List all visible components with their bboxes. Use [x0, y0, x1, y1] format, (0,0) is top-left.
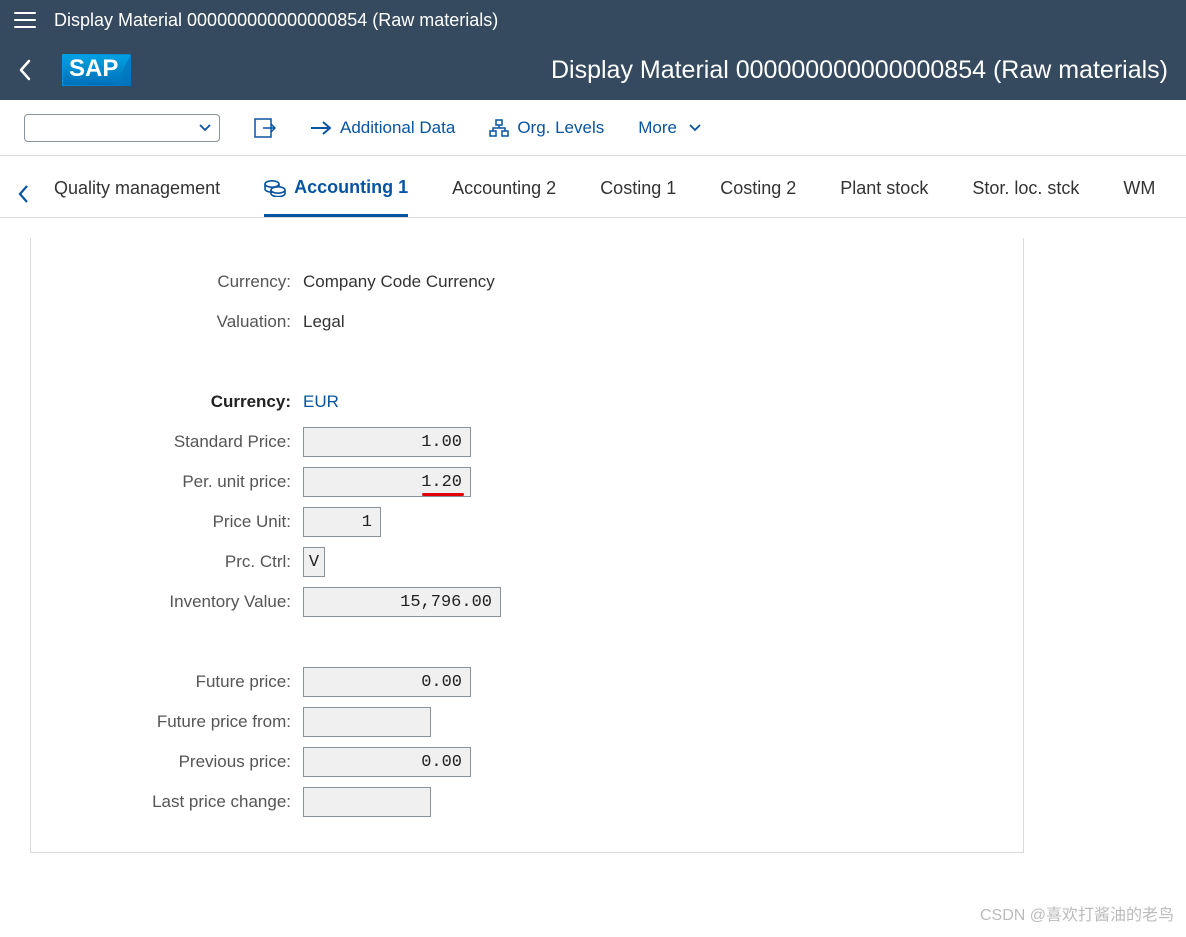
input-future-price: 0.00	[303, 667, 471, 697]
form-panel: Currency: Company Code Currency Valuatio…	[30, 238, 1024, 853]
tab-label: Costing 1	[600, 178, 676, 199]
shell-title: Display Material 000000000000000854 (Raw…	[161, 56, 1168, 85]
field-currency-cc: Currency: Company Code Currency	[55, 262, 999, 302]
label-currency: Currency:	[55, 272, 299, 292]
additional-data-button[interactable]: Additional Data	[310, 118, 455, 138]
label-prev-price: Previous price:	[55, 752, 299, 772]
more-button[interactable]: More	[638, 118, 701, 138]
input-prc-ctrl: V	[303, 547, 325, 577]
toolbar: Additional Data Org. Levels More	[0, 100, 1186, 156]
field-last-price-change: Last price change:	[55, 782, 999, 822]
field-previous-price: Previous price: 0.00	[55, 742, 999, 782]
tab-label: Quality management	[54, 178, 220, 199]
tab-plant-stock[interactable]: Plant stock	[840, 178, 928, 215]
input-last-change	[303, 787, 431, 817]
tab-label: WM	[1123, 178, 1155, 199]
tab-wm[interactable]: WM	[1123, 178, 1155, 215]
org-levels-icon	[489, 119, 509, 137]
label-future-from: Future price from:	[55, 712, 299, 732]
tabs-row: Quality management Accounting 1 Accounti…	[0, 156, 1186, 218]
value-valuation: Legal	[299, 312, 345, 332]
field-prc-ctrl: Prc. Ctrl: V	[55, 542, 999, 582]
label-inv-value: Inventory Value:	[55, 592, 299, 612]
watermark: CSDN @喜欢打酱油的老鸟	[980, 901, 1174, 925]
tab-quality-management[interactable]: Quality management	[54, 178, 220, 215]
tab-accounting-1[interactable]: Accounting 1	[264, 177, 408, 217]
tab-stor-loc-stck[interactable]: Stor. loc. stck	[972, 178, 1079, 215]
field-inventory-value: Inventory Value: 15,796.00	[55, 582, 999, 622]
sap-logo: SAP	[62, 54, 131, 86]
field-standard-price: Standard Price: 1.00	[55, 422, 999, 462]
tab-accounting-2[interactable]: Accounting 2	[452, 178, 556, 215]
tab-label: Accounting 1	[294, 177, 408, 198]
label-valuation: Valuation:	[55, 312, 299, 332]
tab-costing-2[interactable]: Costing 2	[720, 178, 796, 215]
title-bar: Display Material 000000000000000854 (Raw…	[0, 0, 1186, 40]
window-title: Display Material 000000000000000854 (Raw…	[54, 10, 498, 31]
input-inv-value: 15,796.00	[303, 587, 501, 617]
field-price-unit: Price Unit: 1	[55, 502, 999, 542]
more-label: More	[638, 118, 677, 138]
tab-label: Costing 2	[720, 178, 796, 199]
shell-header: SAP Display Material 000000000000000854 …	[0, 40, 1186, 100]
field-per-unit-price: Per. unit price: 1.20	[55, 462, 999, 502]
value-currency: Company Code Currency	[299, 272, 495, 292]
additional-data-label: Additional Data	[340, 118, 455, 138]
label-future-price: Future price:	[55, 672, 299, 692]
input-future-from	[303, 707, 431, 737]
tab-label: Accounting 2	[452, 178, 556, 199]
field-currency: Currency: EUR	[55, 382, 999, 422]
chevron-down-icon	[199, 124, 211, 132]
variant-dropdown[interactable]	[24, 114, 220, 142]
label-price-unit: Price Unit:	[55, 512, 299, 532]
label-std-price: Standard Price:	[55, 432, 299, 452]
export-icon[interactable]	[254, 118, 276, 138]
input-per-unit: 1.20	[303, 467, 471, 497]
label-currency2: Currency:	[55, 392, 299, 412]
tab-costing-1[interactable]: Costing 1	[600, 178, 676, 215]
tab-label: Stor. loc. stck	[972, 178, 1079, 199]
value-currency2: EUR	[299, 392, 339, 412]
input-std-price: 1.00	[303, 427, 471, 457]
org-levels-button[interactable]: Org. Levels	[489, 118, 604, 138]
coins-icon	[264, 179, 286, 197]
label-prc-ctrl: Prc. Ctrl:	[55, 552, 299, 572]
label-last-change: Last price change:	[55, 792, 299, 812]
chevron-down-icon	[689, 124, 701, 132]
label-per-unit: Per. unit price:	[55, 472, 299, 492]
menu-icon[interactable]	[14, 12, 36, 28]
field-future-price-from: Future price from:	[55, 702, 999, 742]
back-icon[interactable]	[18, 59, 32, 81]
content-area: Currency: Company Code Currency Valuatio…	[0, 218, 1186, 873]
tabs-prev-icon[interactable]	[18, 184, 30, 209]
field-valuation: Valuation: Legal	[55, 302, 999, 342]
org-levels-label: Org. Levels	[517, 118, 604, 138]
arrow-right-icon	[310, 121, 332, 135]
input-prev-price: 0.00	[303, 747, 471, 777]
field-future-price: Future price: 0.00	[55, 662, 999, 702]
input-price-unit: 1	[303, 507, 381, 537]
tab-label: Plant stock	[840, 178, 928, 199]
